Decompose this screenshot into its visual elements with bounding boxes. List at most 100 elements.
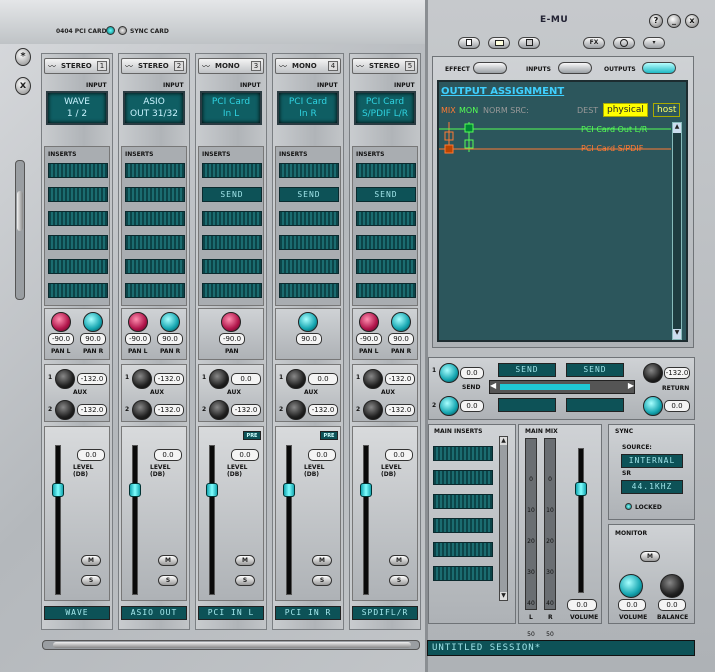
mute-button[interactable]: M xyxy=(312,555,332,566)
solo-button[interactable]: S xyxy=(81,575,101,586)
strip-horizontal-scrollbar[interactable] xyxy=(42,640,420,650)
minimize-button[interactable]: _ xyxy=(667,14,681,28)
physical-button[interactable]: physical xyxy=(603,103,648,117)
main-insert-slot-6[interactable] xyxy=(433,566,493,581)
main-volume-track[interactable] xyxy=(578,448,584,593)
monitor-volume-value[interactable]: 0.0 xyxy=(618,599,646,611)
input-source-display[interactable]: PCI Card S/PDIF L/R xyxy=(354,91,416,125)
aux-2-value[interactable]: -132.0 xyxy=(385,404,415,416)
pan-right-knob[interactable] xyxy=(391,312,411,332)
insert-slot-5[interactable] xyxy=(125,259,185,274)
aux-2-knob[interactable] xyxy=(55,400,75,420)
monitor-balance-knob[interactable] xyxy=(660,574,684,598)
route-pci-spdif[interactable]: PCI Card S/PDIF xyxy=(581,144,643,153)
insert-slot-2[interactable]: SEND xyxy=(279,187,339,202)
options-button[interactable] xyxy=(613,37,635,49)
insert-slot-4[interactable] xyxy=(279,235,339,250)
mute-button[interactable]: M xyxy=(158,555,178,566)
strip-name[interactable]: SPDIFL/R xyxy=(352,606,418,620)
strip-header[interactable]: 〰 STEREO 1 xyxy=(44,58,110,74)
level-fader[interactable] xyxy=(360,483,372,497)
aux-1-value[interactable]: -132.0 xyxy=(77,373,107,385)
insert-slot-5[interactable] xyxy=(48,259,108,274)
mute-button[interactable]: M xyxy=(81,555,101,566)
aux-send-2-value[interactable]: 0.0 xyxy=(460,400,484,412)
pan-value[interactable]: -90.0 xyxy=(219,333,245,345)
insert-slot-6[interactable] xyxy=(125,283,185,298)
pre-button[interactable]: PRE xyxy=(243,431,261,440)
strip-vertical-scrollbar[interactable] xyxy=(15,160,25,300)
insert-slot-6[interactable] xyxy=(202,283,262,298)
strip-header[interactable]: 〰 MONO 4 xyxy=(275,58,341,74)
insert-slot-3[interactable] xyxy=(279,211,339,226)
scroll-up-icon[interactable]: ▲ xyxy=(500,437,507,445)
strip-header[interactable]: 〰 STEREO 5 xyxy=(352,58,418,74)
strip-header[interactable]: 〰 MONO 3 xyxy=(198,58,264,74)
menu-button[interactable]: ▾ xyxy=(643,37,665,49)
pre-button[interactable]: PRE xyxy=(320,431,338,440)
monitor-mute-button[interactable]: M xyxy=(640,551,660,562)
strip-name[interactable]: WAVE xyxy=(44,606,110,620)
main-volume-fader[interactable] xyxy=(575,482,587,496)
strip-name[interactable]: PCI IN R xyxy=(275,606,341,620)
strip-name[interactable]: PCI IN L xyxy=(198,606,264,620)
pan-left-knob[interactable] xyxy=(359,312,379,332)
aux-2-value[interactable]: -132.0 xyxy=(154,404,184,416)
solo-button[interactable]: S xyxy=(235,575,255,586)
mute-button[interactable]: M xyxy=(235,555,255,566)
pan-knob[interactable] xyxy=(298,312,318,332)
fx-button[interactable]: FX xyxy=(583,37,605,49)
aux-2-knob[interactable] xyxy=(209,400,229,420)
insert-slot-1[interactable] xyxy=(279,163,339,178)
level-fader-track[interactable] xyxy=(209,445,215,595)
send-slot-1[interactable]: SEND xyxy=(498,363,556,377)
send-return-slider[interactable]: ◀ ▶ xyxy=(489,380,635,394)
oa-scrollbar[interactable]: ▲ ▼ xyxy=(672,122,682,340)
host-button[interactable]: host xyxy=(653,103,681,117)
aux-2-value[interactable]: -132.0 xyxy=(231,404,261,416)
return-1-value[interactable]: -132.0 xyxy=(664,367,690,379)
new-session-button[interactable] xyxy=(458,37,480,49)
level-fader[interactable] xyxy=(283,483,295,497)
pan-left-knob[interactable] xyxy=(128,312,148,332)
aux-1-knob[interactable] xyxy=(286,369,306,389)
pan-right-value[interactable]: 90.0 xyxy=(80,333,106,345)
side-close-button[interactable]: x xyxy=(15,77,31,95)
input-source-display[interactable]: PCI Card In R xyxy=(277,91,339,125)
aux-2-value[interactable]: -132.0 xyxy=(308,404,338,416)
aux-2-knob[interactable] xyxy=(132,400,152,420)
monitor-volume-knob[interactable] xyxy=(619,574,643,598)
insert-slot-3[interactable] xyxy=(356,211,416,226)
pan-knob[interactable] xyxy=(221,312,241,332)
pan-right-value[interactable]: 90.0 xyxy=(157,333,183,345)
level-value[interactable]: 0.0 xyxy=(231,449,259,461)
close-button[interactable]: x xyxy=(685,14,699,28)
insert-slot-4[interactable] xyxy=(48,235,108,250)
tab-outputs[interactable] xyxy=(642,62,676,74)
tab-effect[interactable] xyxy=(473,62,507,74)
insert-slot-2[interactable] xyxy=(48,187,108,202)
aux-1-knob[interactable] xyxy=(209,369,229,389)
insert-slot-4[interactable] xyxy=(202,235,262,250)
pan-value[interactable]: 90.0 xyxy=(296,333,322,345)
main-insert-slot-3[interactable] xyxy=(433,494,493,509)
insert-slot-6[interactable] xyxy=(279,283,339,298)
send-slot-2[interactable]: SEND xyxy=(566,363,624,377)
insert-slot-1[interactable] xyxy=(125,163,185,178)
chevron-right-icon[interactable]: ▶ xyxy=(628,381,634,390)
insert-slot-6[interactable] xyxy=(356,283,416,298)
scroll-down-icon[interactable]: ▼ xyxy=(500,592,507,600)
scroll-down-icon[interactable]: ▼ xyxy=(673,329,681,339)
main-insert-slot-2[interactable] xyxy=(433,470,493,485)
level-fader[interactable] xyxy=(129,483,141,497)
level-fader-track[interactable] xyxy=(132,445,138,595)
main-volume-value[interactable]: 0.0 xyxy=(567,599,597,611)
main-insert-slot-1[interactable] xyxy=(433,446,493,461)
return-2-knob[interactable] xyxy=(643,396,663,416)
insert-slot-2[interactable] xyxy=(125,187,185,202)
insert-slot-6[interactable] xyxy=(48,283,108,298)
pan-left-knob[interactable] xyxy=(51,312,71,332)
route-pci-out-lr[interactable]: PCI Card Out L/R xyxy=(581,125,647,134)
monitor-balance-value[interactable]: 0.0 xyxy=(658,599,686,611)
strip-name[interactable]: ASIO OUT xyxy=(121,606,187,620)
